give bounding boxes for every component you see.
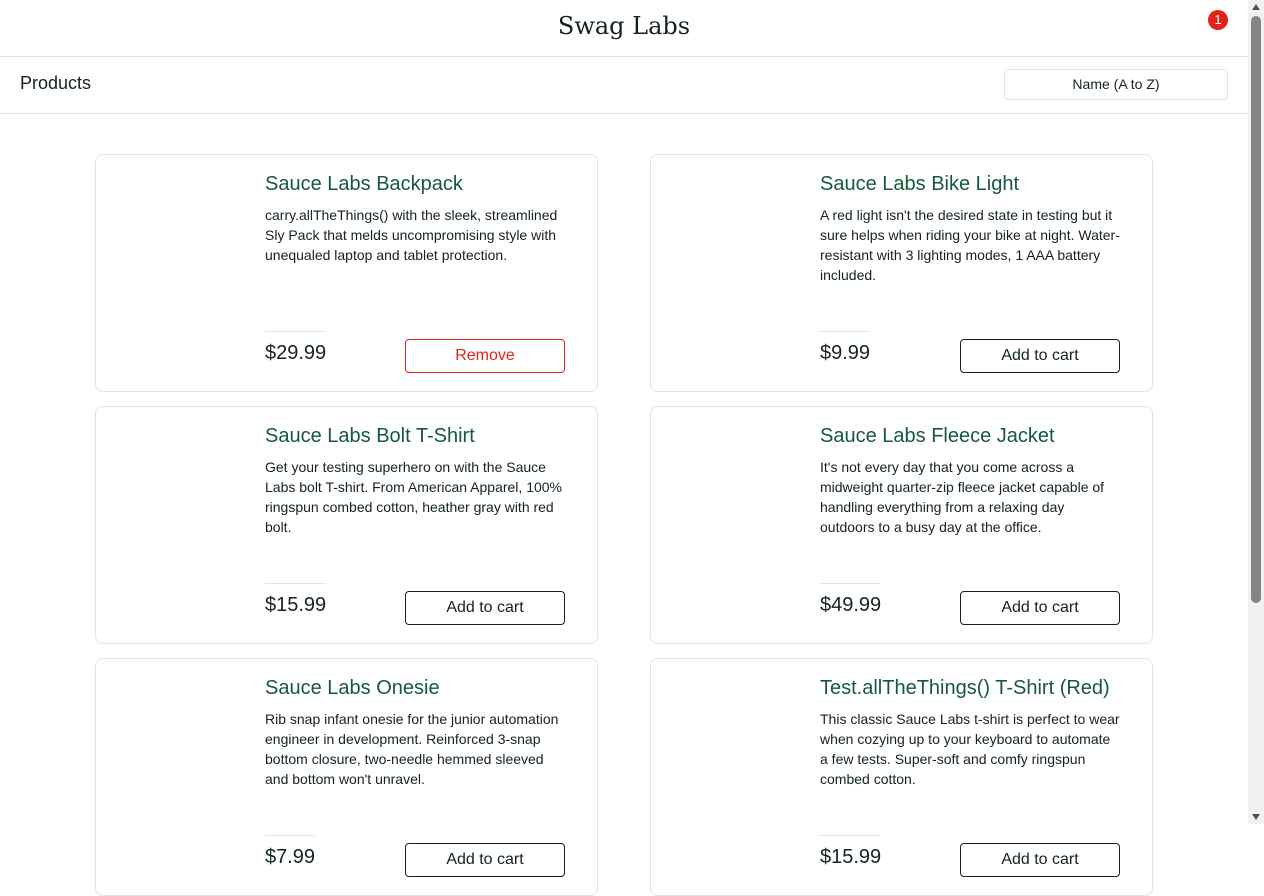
- cart-badge: 1: [1208, 10, 1228, 30]
- item-price: $49.99: [820, 583, 882, 617]
- add-to-cart-button[interactable]: Add to cart: [960, 339, 1120, 373]
- item-description: It's not every day that you come across …: [820, 459, 1105, 535]
- vertical-scrollbar[interactable]: [1248, 0, 1264, 824]
- inventory-item: Sauce Labs Fleece Jacket It's not every …: [650, 406, 1153, 644]
- inventory-item: Sauce Labs Onesie Rib snap infant onesie…: [95, 658, 598, 896]
- inventory-item: Sauce Labs Bolt T-Shirt Get your testing…: [95, 406, 598, 644]
- app-header: Swag Labs 1: [0, 0, 1248, 57]
- item-description: Rib snap infant onesie for the junior au…: [265, 711, 559, 787]
- item-name-link[interactable]: Sauce Labs Fleece Jacket: [820, 425, 1055, 448]
- secondary-header: Products Name (A to Z): [0, 57, 1248, 114]
- item-description: Get your testing superhero on with the S…: [265, 459, 562, 535]
- item-description: carry.allTheThings() with the sleek, str…: [265, 207, 558, 263]
- scrollbar-thumb[interactable]: [1251, 16, 1261, 603]
- item-name-link[interactable]: Test.allTheThings() T-Shirt (Red): [820, 677, 1110, 700]
- sort-dropdown[interactable]: Name (A to Z): [1004, 69, 1228, 100]
- shopping-cart-link[interactable]: 1: [1194, 8, 1228, 36]
- item-price: $15.99: [820, 835, 882, 869]
- item-description: A red light isn't the desired state in t…: [820, 207, 1120, 283]
- item-name-link[interactable]: Sauce Labs Bike Light: [820, 173, 1019, 196]
- scroll-down-arrow-icon[interactable]: [1252, 814, 1260, 820]
- remove-button[interactable]: Remove: [405, 339, 565, 373]
- add-to-cart-button[interactable]: Add to cart: [405, 591, 565, 625]
- item-price: $15.99: [265, 583, 327, 617]
- inventory-item: Sauce Labs Backpack carry.allTheThings()…: [95, 154, 598, 392]
- app-logo: Swag Labs: [557, 12, 691, 40]
- add-to-cart-button[interactable]: Add to cart: [960, 843, 1120, 877]
- add-to-cart-button[interactable]: Add to cart: [960, 591, 1120, 625]
- inventory-item: Sauce Labs Bike Light A red light isn't …: [650, 154, 1153, 392]
- item-name-link[interactable]: Sauce Labs Bolt T-Shirt: [265, 425, 475, 448]
- page-title: Products: [20, 73, 92, 93]
- item-name-link[interactable]: Sauce Labs Backpack: [265, 173, 463, 196]
- inventory-item: Test.allTheThings() T-Shirt (Red) This c…: [650, 658, 1153, 896]
- item-price: $7.99: [265, 835, 316, 869]
- item-price: $29.99: [265, 331, 327, 365]
- item-price: $9.99: [820, 331, 871, 365]
- add-to-cart-button[interactable]: Add to cart: [405, 843, 565, 877]
- item-description: This classic Sauce Labs t-shirt is perfe…: [820, 711, 1120, 787]
- item-name-link[interactable]: Sauce Labs Onesie: [265, 677, 440, 700]
- scroll-up-arrow-icon[interactable]: [1252, 4, 1260, 10]
